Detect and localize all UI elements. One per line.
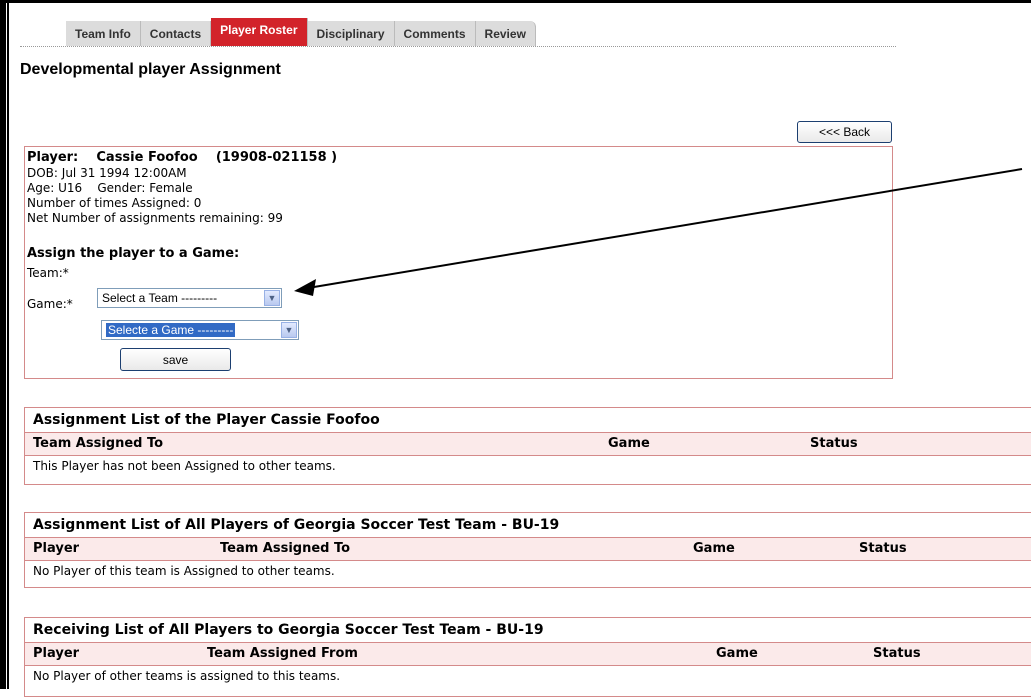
annotation-arrow (294, 168, 1023, 296)
